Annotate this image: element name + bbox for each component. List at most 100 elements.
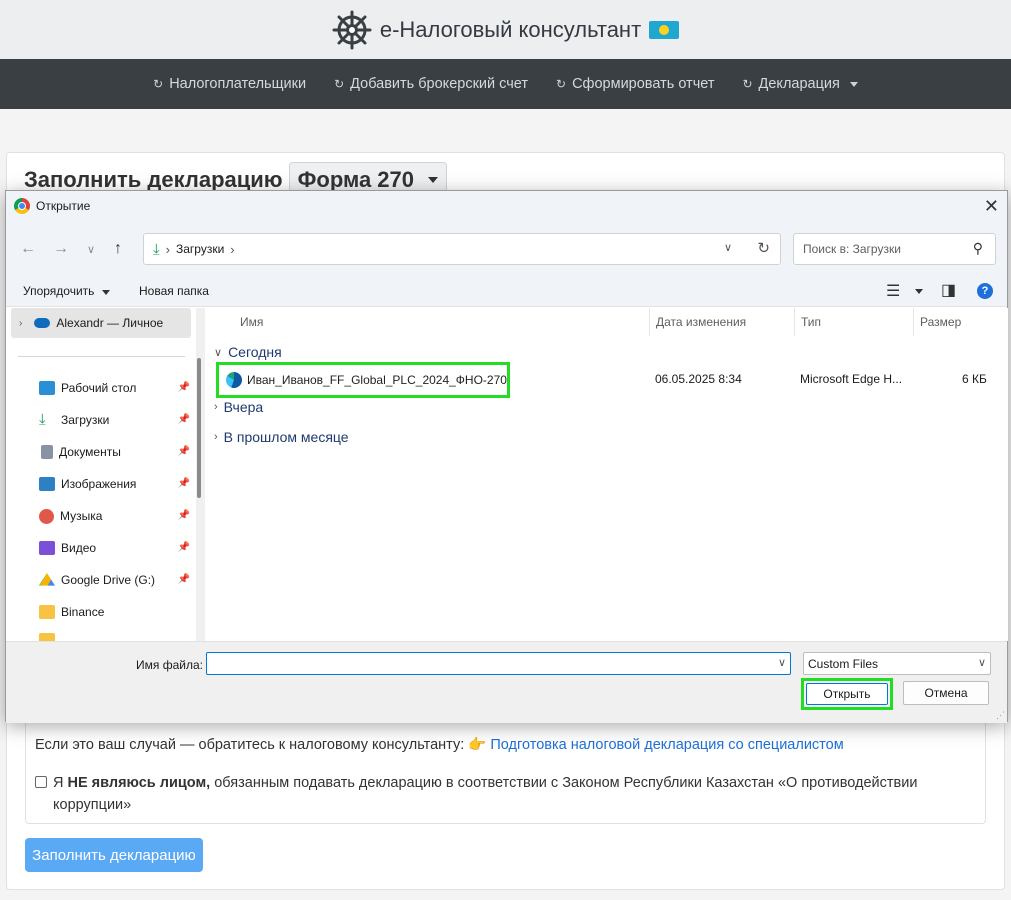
fill-declaration-button[interactable]: Заполнить декларацию	[25, 838, 203, 872]
filename-input[interactable]: ∨	[206, 652, 791, 675]
pin-icon: 📌	[177, 510, 190, 521]
consultant-info: Если это ваш случай — обратитесь к налог…	[35, 736, 844, 753]
refresh-icon[interactable]: ↻	[757, 239, 770, 257]
column-type-label: Тип	[801, 315, 822, 329]
nav-onedrive[interactable]: › Alexandr — Личное	[11, 308, 191, 338]
ship-wheel-icon	[332, 10, 372, 49]
reload-icon: ↻	[742, 77, 753, 91]
chevron-right-icon: ›	[214, 401, 218, 413]
nav-item-videos[interactable]: Видео 📌	[39, 534, 194, 562]
preview-pane-icon[interactable]: ◨	[941, 280, 956, 300]
nav-item-google-drive[interactable]: Google Drive (G:) 📌	[39, 566, 194, 594]
column-header-size[interactable]: Размер	[913, 308, 995, 336]
nav-declaration-label: Декларация	[758, 76, 840, 92]
filename-label: Имя файла:	[136, 658, 203, 672]
column-header-type[interactable]: Тип	[794, 308, 913, 336]
file-list-pane: Имя Дата изменения Тип Размер ∨ Сегодня …	[206, 308, 1008, 641]
nav-taxpayers-label: Налогоплательщики	[169, 76, 307, 92]
nav-item-label: Документы	[59, 445, 121, 459]
nav-taxpayers[interactable]: ↻ Налогоплательщики	[153, 76, 306, 92]
file-type-value: Custom Files	[808, 656, 879, 671]
nav-declaration-dropdown[interactable]: ↻ Декларация	[742, 76, 858, 92]
address-path[interactable]: Загрузки	[176, 242, 224, 256]
organize-button[interactable]: Упорядочить	[23, 284, 110, 298]
nav-item-documents[interactable]: Документы 📌	[39, 438, 194, 466]
column-header-date[interactable]: Дата изменения	[649, 308, 794, 336]
dialog-toolbar: Упорядочить Новая папка ☰ ◨ ?	[6, 275, 1007, 307]
resize-grip-icon[interactable]: ⋰	[996, 710, 1005, 721]
desktop-icon	[39, 381, 55, 395]
up-arrow-icon[interactable]: ↑	[114, 240, 122, 258]
onedrive-cloud-icon	[34, 318, 51, 328]
file-date: 06.05.2025 8:34	[655, 372, 742, 386]
site-logo[interactable]: e-Налоговый консультант	[332, 10, 680, 50]
nav-item-music[interactable]: Музыка 📌	[39, 502, 194, 530]
close-icon[interactable]: ✕	[984, 196, 999, 217]
organize-label: Упорядочить	[23, 284, 95, 298]
nav-item-label: Binance	[61, 605, 105, 619]
reload-icon: ↻	[556, 77, 567, 91]
pin-icon: 📌	[177, 478, 190, 489]
group-today[interactable]: ∨ Сегодня	[214, 344, 282, 360]
breadcrumb-separator-icon: ›	[165, 241, 170, 257]
chevron-down-icon[interactable]	[915, 289, 923, 294]
nav-item-binance[interactable]: Binance	[39, 598, 194, 626]
nav-divider	[18, 356, 185, 357]
site-brand: e-Налоговый консультант	[379, 16, 642, 42]
open-button[interactable]: Открыть	[806, 683, 888, 705]
nav-item-downloads[interactable]: ⤓ Загрузки 📌	[39, 406, 194, 434]
column-header-name[interactable]: Имя	[234, 308, 649, 336]
cancel-button[interactable]: Отмена	[903, 681, 989, 705]
nav-item-partial[interactable]	[39, 626, 194, 641]
checkbox-bold-text: НЕ являюсь лицом,	[67, 775, 211, 791]
chevron-down-icon[interactable]: ∨	[778, 656, 786, 669]
folder-icon	[39, 633, 55, 641]
group-yesterday[interactable]: › Вчера	[214, 399, 263, 415]
edge-icon	[226, 372, 242, 388]
new-folder-button[interactable]: Новая папка	[139, 284, 209, 298]
address-row: ← → ∨ ↑ ⤓ › Загрузки › ∨ ↻ Поиск в: Загр…	[6, 221, 1007, 275]
chrome-icon	[14, 198, 30, 214]
forward-arrow-icon[interactable]: →	[53, 240, 69, 258]
nav-item-pictures[interactable]: Изображения 📌	[39, 470, 194, 498]
not-obligated-checkbox[interactable]	[35, 776, 47, 788]
nav-generate-report[interactable]: ↻ Сформировать отчет	[556, 76, 714, 92]
address-bar[interactable]: ⤓ › Загрузки › ∨ ↻	[143, 233, 781, 265]
nav-onedrive-label: Alexandr — Личное	[56, 316, 164, 330]
checkbox-prefix: Я	[53, 775, 64, 791]
download-icon: ⤓	[39, 411, 46, 428]
group-last-month[interactable]: › В прошлом месяце	[214, 429, 349, 445]
recent-locations-chevron-icon[interactable]: ∨	[87, 243, 95, 256]
back-arrow-icon[interactable]: ←	[20, 240, 36, 258]
group-yesterday-label: Вчера	[223, 399, 264, 415]
google-drive-icon	[39, 573, 55, 586]
chevron-right-icon[interactable]: ›	[19, 318, 22, 329]
chevron-down-icon: ∨	[214, 346, 223, 359]
search-input[interactable]: Поиск в: Загрузки ⚲	[793, 233, 996, 265]
file-type-select[interactable]: Custom Files ∨	[803, 652, 991, 675]
dialog-title: Открытие	[36, 199, 91, 213]
file-row-highlight[interactable]: Иван_Иванов_FF_Global_PLC_2024_ФНО-270	[216, 362, 510, 398]
help-icon[interactable]: ?	[977, 283, 993, 299]
chevron-down-icon: ∨	[977, 657, 986, 669]
nav-scrollbar-thumb[interactable]	[197, 358, 201, 498]
nav-generate-report-label: Сформировать отчет	[572, 76, 715, 92]
nav-item-desktop[interactable]: Рабочий стол 📌	[39, 374, 194, 402]
open-button-highlight: Открыть	[801, 678, 893, 710]
nav-item-label: Видео	[61, 541, 97, 555]
consultant-link[interactable]: Подготовка налоговой декларация со специ…	[490, 737, 843, 753]
pin-icon: 📌	[177, 542, 190, 553]
chevron-down-icon[interactable]: ∨	[724, 241, 732, 254]
nav-item-label: Google Drive (G:)	[61, 573, 156, 587]
music-icon	[39, 508, 54, 524]
dialog-bottom-bar: Имя файла: ∨ Custom Files ∨ Открыть Отме…	[6, 641, 1007, 723]
pin-icon: 📌	[177, 574, 190, 585]
file-open-dialog: Открытие ✕ ← → ∨ ↑ ⤓ › Загрузки › ∨ ↻ По…	[5, 190, 1008, 723]
nav-add-broker-account[interactable]: ↻ Добавить брокерский счет	[334, 76, 528, 92]
consultant-info-text: Если это ваш случай — обратитесь к налог…	[35, 737, 487, 753]
view-list-icon[interactable]: ☰	[886, 281, 900, 301]
documents-icon	[41, 445, 53, 459]
nav-item-label: Загрузки	[61, 413, 110, 427]
nav-item-label: Музыка	[60, 509, 103, 523]
pin-icon: 📌	[177, 382, 190, 393]
